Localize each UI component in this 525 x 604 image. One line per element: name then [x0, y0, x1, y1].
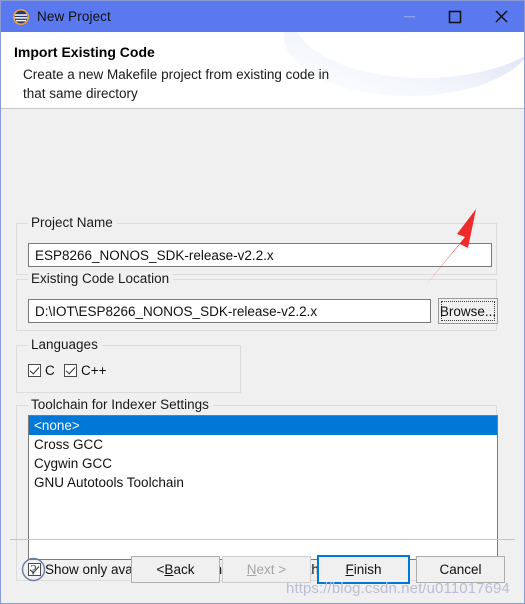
browse-button-label: Browse... [440, 301, 496, 321]
back-button-prefix: < [156, 562, 165, 577]
project-name-input[interactable] [28, 243, 492, 267]
project-name-group-label: Project Name [28, 215, 117, 230]
finish-button[interactable]: Finish [317, 555, 410, 584]
maximize-button[interactable] [432, 1, 478, 32]
minimize-icon [403, 16, 415, 18]
finish-button-mnemonic: F [345, 562, 354, 577]
back-button[interactable]: < Back [131, 556, 220, 583]
close-icon [494, 10, 508, 23]
maximize-icon [448, 10, 462, 23]
window-title: New Project [37, 9, 111, 24]
language-checkbox-c[interactable]: C [28, 363, 55, 378]
list-item[interactable]: Cross GCC [29, 435, 497, 454]
existing-code-location-group-label: Existing Code Location [28, 271, 174, 286]
toolchain-group-label: Toolchain for Indexer Settings [28, 397, 213, 412]
list-item[interactable]: GNU Autotools Toolchain [29, 473, 497, 492]
checkbox-icon [64, 364, 77, 377]
title-bar[interactable]: New Project [1, 1, 524, 32]
checkbox-icon [28, 364, 41, 377]
existing-code-location-input[interactable] [28, 299, 431, 323]
footer-separator [10, 539, 515, 540]
window-controls [386, 1, 524, 32]
help-icon[interactable]: ? [21, 557, 46, 582]
list-item[interactable]: Cygwin GCC [29, 454, 497, 473]
cancel-button[interactable]: Cancel [416, 556, 505, 583]
eclipse-icon [13, 8, 29, 25]
close-button[interactable] [478, 1, 524, 32]
next-button-mnemonic: N [246, 562, 257, 577]
back-button-suffix: ack [173, 562, 195, 577]
new-project-dialog: New Project Import Existing Code Create … [0, 0, 525, 604]
svg-text:?: ? [30, 563, 37, 579]
next-button-suffix: ext > [256, 562, 287, 577]
language-checkbox-c-label: C [45, 363, 55, 378]
list-item[interactable]: <none> [29, 416, 497, 435]
page-description: Create a new Makefile project from exist… [23, 67, 330, 101]
back-button-mnemonic: B [164, 562, 174, 577]
cancel-button-label: Cancel [439, 562, 482, 577]
browse-button[interactable]: Browse... [438, 298, 498, 324]
finish-button-suffix: inish [353, 562, 382, 577]
language-checkbox-cpp-label: C++ [81, 363, 107, 378]
minimize-button[interactable] [386, 1, 432, 32]
language-checkbox-cpp[interactable]: C++ [64, 363, 107, 378]
page-title: Import Existing Code [14, 44, 155, 60]
dialog-header: Import Existing Code Create a new Makefi… [1, 32, 524, 109]
next-button[interactable]: Next > [222, 556, 311, 583]
languages-group-label: Languages [28, 337, 102, 352]
